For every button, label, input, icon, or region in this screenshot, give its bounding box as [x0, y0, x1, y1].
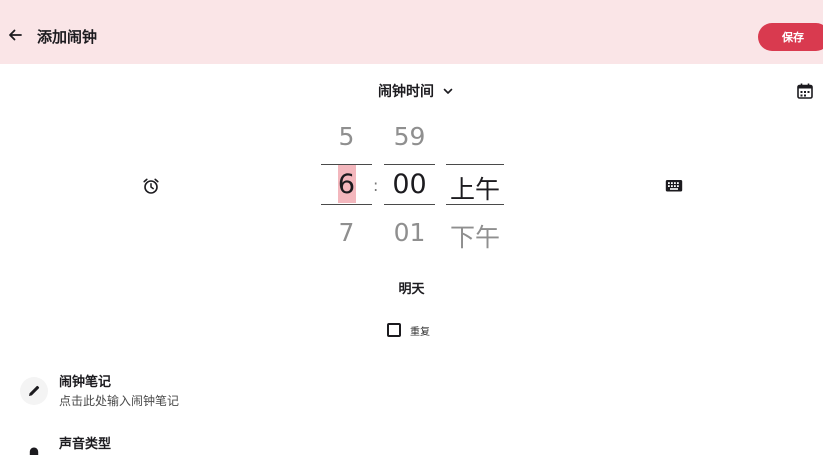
alarm-clock-icon: [143, 178, 159, 194]
repeat-checkbox[interactable]: [387, 323, 401, 337]
minute-divider-top: [384, 164, 435, 165]
note-subtitle: 点击此处输入闹钟笔记: [59, 394, 180, 408]
hour-next-value[interactable]: 7: [321, 218, 372, 247]
minute-next-value[interactable]: 01: [384, 218, 435, 247]
minute-picker[interactable]: 59 00 01: [384, 118, 435, 248]
alarm-note-row[interactable]: 闹钟笔记 点击此处输入闹钟笔记: [0, 366, 823, 414]
note-title: 闹钟笔记: [59, 375, 112, 390]
alarm-day-label: 明天: [398, 282, 425, 297]
repeat-toggle[interactable]: 重复: [387, 322, 430, 338]
page-title: 添加闹钟: [37, 28, 98, 46]
ampm-divider-bottom: [446, 204, 504, 205]
minute-current-value[interactable]: 00: [384, 169, 435, 200]
hour-picker[interactable]: 5 6 7: [321, 118, 372, 248]
sound-title: 声音类型: [59, 437, 112, 452]
repeat-label: 重复: [410, 326, 430, 338]
keyboard-icon: [665, 180, 683, 192]
note-icon-wrap: [20, 377, 48, 405]
hour-current-value[interactable]: 6: [321, 169, 372, 200]
hour-prev-value[interactable]: 5: [321, 122, 372, 151]
calendar-icon: [797, 83, 813, 99]
minute-prev-value[interactable]: 59: [384, 122, 435, 151]
chevron-down-icon: [443, 88, 453, 94]
alarm-time-dropdown[interactable]: 闹钟时间: [378, 81, 454, 101]
minute-divider-bottom: [384, 204, 435, 205]
alarm-mode-button[interactable]: [140, 175, 162, 197]
hour-divider-bottom: [321, 204, 372, 205]
sound-type-row[interactable]: 声音类型: [0, 428, 823, 455]
back-button[interactable]: [4, 24, 26, 46]
sound-icon-wrap: [20, 440, 48, 455]
time-separator: :: [373, 176, 379, 195]
alarm-time-label: 闹钟时间: [378, 84, 434, 100]
ampm-current-value[interactable]: 上午: [446, 170, 504, 206]
ampm-next-value[interactable]: 下午: [446, 218, 504, 254]
bell-icon: [29, 447, 39, 455]
keyboard-input-button[interactable]: [662, 175, 686, 197]
save-button[interactable]: 保存: [758, 23, 823, 51]
arrow-left-icon: [9, 29, 22, 41]
pencil-icon: [29, 385, 40, 396]
ampm-divider-top: [446, 164, 504, 165]
ampm-picker[interactable]: 上午 下午: [446, 118, 504, 252]
top-app-bar: 添加闹钟 保存: [0, 0, 823, 64]
calendar-button[interactable]: [794, 80, 816, 102]
